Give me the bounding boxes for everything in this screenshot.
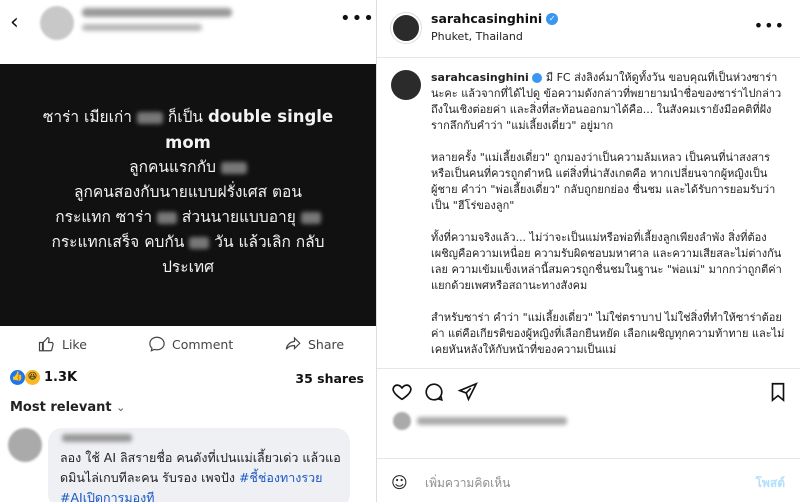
comment-input[interactable]: เพิ่มความคิดเห็น [425,474,510,493]
hashtag-link[interactable]: #ชี้ช่องทางรวย [239,470,322,485]
post-comment-button[interactable]: โพสต์ [756,474,785,493]
comment-icon[interactable] [423,381,445,403]
caption-avatar[interactable] [391,70,421,100]
ig-likes-summary[interactable] [393,412,567,430]
reaction-summary[interactable]: 👍 😆 1.3K [10,370,77,385]
blur-mask [189,236,210,249]
bookmark-icon[interactable] [767,381,789,403]
post-line: ลูกคนสองกับนายแบบฝรั่งเศส ตอน [74,183,302,201]
sort-label: Most relevant [10,400,112,415]
comment-icon [149,336,165,352]
heart-icon[interactable] [391,381,413,403]
comment-sort-dropdown[interactable]: Most relevant ⌄ [10,400,125,415]
verified-badge-icon: ✓ [546,12,559,25]
share-count[interactable]: 35 shares [295,371,364,386]
share-arrow-icon [285,336,301,350]
chevron-down-icon: ⌄ [116,401,126,414]
caption-paragraph: sarahcasinghini มี FC ส่งลิงค์มาให้ดูทั้… [431,71,782,132]
instagram-post-panel: sarahcasinghini ✓ Phuket, Thailand ••• s… [376,0,800,502]
comment-button[interactable]: Comment [148,335,233,353]
post-line: กระแทกเสร็จ คบกัน วัน แล้วเลิก กลับ [51,233,325,251]
share-label: Share [308,336,345,352]
post-text: ซาร่า เมียเก่า ก็เป็น double single mom … [18,104,358,280]
facebook-post-panel: ‹ ••• ซาร่า เมียเก่า ก็เป็น double singl… [0,0,376,502]
post-line: ประเทศ [162,258,214,276]
caption-paragraph: ทั้งที่ความจริงแล้ว... ไม่ว่าจะเป็นแม่หร… [431,231,782,292]
post-line: กระแทก ซาร่า ส่วนนายแบบอายุ [18,205,358,230]
liker-avatar [393,412,411,430]
ig-location[interactable]: Phuket, Thailand [431,30,523,43]
hashtag-link[interactable]: #AIเปิดการมองที [60,490,154,502]
more-options-icon[interactable]: ••• [754,16,785,35]
ig-username-row[interactable]: sarahcasinghini ✓ [431,11,559,26]
post-line: mom [165,133,211,152]
share-button[interactable]: Share [284,335,344,353]
emoji-icon[interactable]: ☺ [391,473,408,492]
like-reaction-icon: 👍 [10,370,25,385]
comment-text: ลอง ใช้ AI ลิสรายชื่อ คนดังที่เปนแม่เลี้… [60,448,344,502]
caption-paragraph: สำหรับซาร่า คำว่า "แม่เลี้ยงเดี่ยว" ไม่ใ… [431,311,785,356]
commenter-avatar[interactable] [8,428,42,462]
ig-caption: sarahcasinghini มี FC ส่งลิงค์มาให้ดูทั้… [391,70,787,362]
like-label: Like [62,336,87,352]
send-icon[interactable] [457,381,479,403]
blurred-author-subtitle [82,24,202,31]
ig-action-bar [377,368,800,408]
avatar[interactable] [40,6,74,40]
avatar[interactable] [391,13,421,43]
ig-username[interactable]: sarahcasinghini [431,11,542,26]
ig-post-header: sarahcasinghini ✓ Phuket, Thailand ••• [377,0,800,58]
caption-paragraph: หลายครั้ง "แม่เลี้ยงเดี่ยว" ถูกมองว่าเป็… [431,151,776,212]
post-line: ซาร่า เมียเก่า ก็เป็น double single [42,107,334,126]
verified-badge-icon [532,73,543,83]
blurred-author-name[interactable] [82,8,232,17]
comment-bubble: ลอง ใช้ AI ลิสรายชื่อ คนดังที่เปนแม่เลี้… [48,428,350,502]
more-options-icon[interactable]: ••• [340,8,375,29]
back-arrow-icon[interactable]: ‹ [10,10,19,35]
blurred-likes-text [417,417,567,425]
haha-reaction-icon: 😆 [25,370,40,385]
post-line: ลูกคนแรกกับ [18,155,358,180]
blurred-commenter-name[interactable] [62,434,132,442]
blur-mask [156,211,177,224]
blur-mask [136,111,163,124]
ig-comment-bar: ☺ เพิ่มความคิดเห็น โพสต์ [377,458,800,502]
reaction-count: 1.3K [44,370,78,385]
blur-mask [300,211,321,224]
like-button[interactable]: Like [38,335,87,353]
caption-text: sarahcasinghini มี FC ส่งลิงค์มาให้ดูทั้… [431,70,787,362]
post-actions: Like Comment Share [0,328,376,358]
comment-label: Comment [172,336,234,352]
post-text-image[interactable]: ซาร่า เมียเก่า ก็เป็น double single mom … [0,64,376,326]
blur-mask [220,161,247,174]
thumbs-up-icon [38,337,54,352]
caption-username[interactable]: sarahcasinghini [431,71,529,84]
post-header: ‹ ••• [0,0,376,62]
